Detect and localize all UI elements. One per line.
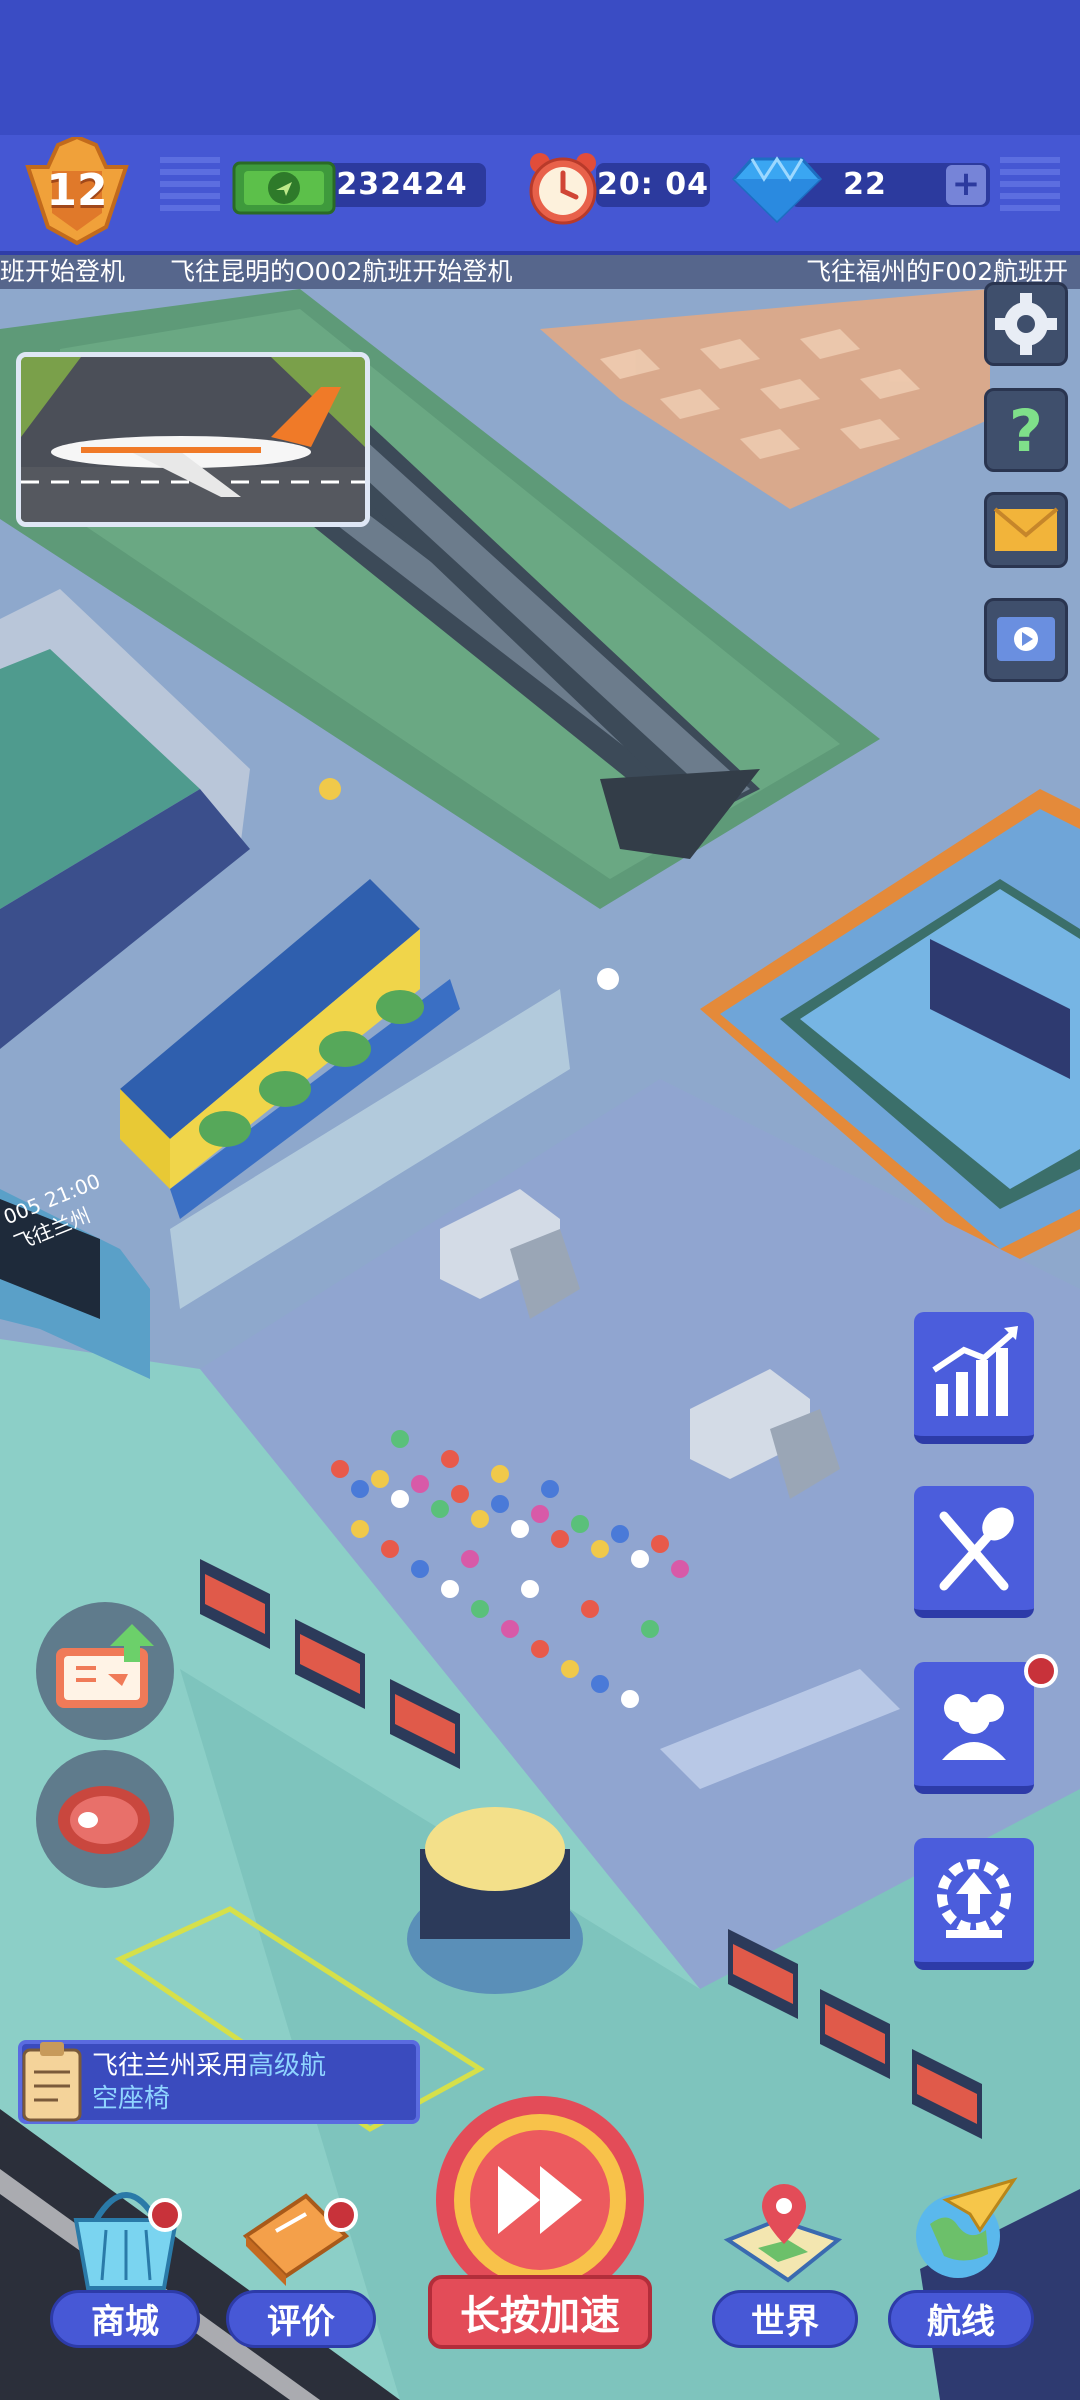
review-book-icon [242, 2193, 350, 2286]
top-hud: 12 232424 20: 04 22 + [0, 134, 1080, 255]
staff-button[interactable] [914, 1662, 1034, 1794]
video-button[interactable] [984, 598, 1068, 682]
help-button[interactable]: ? [984, 388, 1068, 472]
hold-to-speed-button[interactable]: 长按加速 [428, 2275, 652, 2349]
alarm-clock-icon [529, 153, 597, 225]
fork-spoon-icon [939, 1507, 1014, 1591]
upgrade-button[interactable] [914, 1838, 1034, 1970]
question-icon: ? [1009, 397, 1043, 465]
svg-text:?: ? [1009, 397, 1043, 465]
clipboard-icon [22, 2042, 82, 2122]
notification-dot [148, 2198, 182, 2232]
upgrade-gear-icon [937, 1859, 1011, 1938]
mail-button[interactable] [984, 492, 1068, 568]
rate-button[interactable]: 评价 [226, 2290, 376, 2348]
runway-preview[interactable] [16, 352, 370, 527]
envelope-icon [993, 507, 1059, 551]
status-bar-area [0, 0, 1080, 135]
restaurant-button[interactable] [914, 1486, 1034, 1618]
add-gems-button[interactable]: + [946, 165, 986, 205]
video-play-icon [997, 617, 1055, 661]
time-value: 20: 04 [597, 167, 709, 202]
gear-icon [995, 293, 1057, 355]
bar-chart-icon [932, 1326, 1018, 1416]
steak-icon [58, 1786, 150, 1854]
time-pill: 20: 04 [596, 163, 710, 207]
people-icon [942, 1694, 1006, 1760]
world-map-icon [723, 2184, 843, 2283]
flight-ticker: 班开始登机 飞往昆明的O002航班开始登机 飞往福州的F002航班开 [0, 255, 1080, 289]
cash-icon [232, 161, 336, 215]
task-card[interactable]: 飞往兰州采用高级航空座椅 [18, 2040, 420, 2124]
shop-button[interactable]: 商城 [50, 2290, 200, 2348]
shopping-basket-icon [73, 2192, 179, 2290]
settings-button[interactable] [984, 282, 1068, 366]
globe-plane-icon [916, 2177, 1018, 2278]
task-highlight: 高级航 [248, 2051, 327, 2081]
airplane-icon [21, 357, 365, 522]
ticker-item: 班开始登机 [0, 257, 126, 286]
stats-button[interactable] [914, 1312, 1034, 1444]
level-number: 12 [46, 165, 108, 216]
decor-stripes [160, 157, 220, 217]
decor-stripes-right [1000, 157, 1060, 217]
world-button[interactable]: 世界 [712, 2290, 858, 2348]
notification-dot [1024, 1654, 1058, 1688]
task-description: 飞往兰州采用高级航空座椅 [92, 2050, 412, 2116]
task-suffix: 空座椅 [92, 2084, 171, 2114]
ticket-icon [56, 1624, 154, 1708]
ticker-item: 飞往昆明的O002航班开始登机 [170, 257, 513, 286]
level-badge[interactable]: 12 [18, 134, 136, 246]
cash-pill: 232424 [318, 163, 486, 207]
routes-button[interactable]: 航线 [888, 2290, 1034, 2348]
notification-dot [324, 2198, 358, 2232]
task-prefix: 飞往兰州采用 [92, 2051, 249, 2081]
diamond-icon [732, 156, 822, 223]
ticket-upgrade-button[interactable] [36, 1602, 174, 1740]
cash-value: 232424 [336, 167, 468, 202]
food-button[interactable] [36, 1750, 174, 1888]
